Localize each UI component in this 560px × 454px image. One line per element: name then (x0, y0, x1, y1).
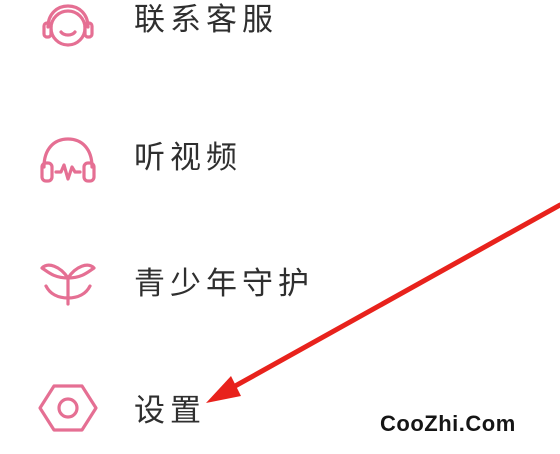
menu-item-label: 听视频 (134, 140, 242, 176)
menu-item-label: 设置 (134, 393, 206, 429)
menu-item-label: 联系客服 (134, 2, 278, 38)
watermark: CooZhi.Com (380, 411, 516, 436)
sprout-icon (36, 248, 100, 312)
menu-item-label: 青少年守护 (134, 266, 314, 302)
customer-service-headset-icon (36, 0, 100, 60)
menu-item-customer-service[interactable]: 联系客服 (0, 0, 520, 76)
menu-item-listen-video[interactable]: 听视频 (0, 115, 520, 205)
settings-hexagon-icon (36, 376, 100, 440)
menu-list: 联系客服 听视频 青少年守护 设置 (0, 0, 560, 454)
menu-item-youth-protection[interactable]: 青少年守护 (0, 238, 520, 328)
menu-item-settings[interactable]: 设置 (0, 362, 520, 452)
headphones-icon (36, 127, 100, 191)
